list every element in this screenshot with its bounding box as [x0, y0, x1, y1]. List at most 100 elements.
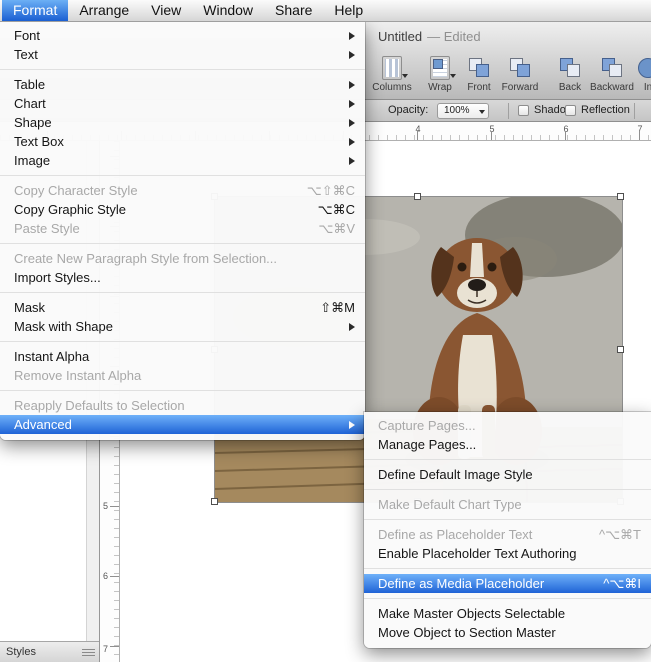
menu-item-instant-alpha[interactable]: Instant Alpha: [0, 347, 365, 366]
dropdown-arrow-icon: [479, 110, 485, 114]
menu-item-shortcut: ^⌥⌘T: [598, 526, 641, 542]
menu-item-label: Enable Placeholder Text Authoring: [378, 546, 577, 561]
menu-item-label: Table: [14, 77, 46, 92]
menu-item-label: Text Box: [14, 134, 64, 149]
toolbar-button-inspector[interactable]: In: [631, 56, 651, 98]
bring-forward-icon: [504, 56, 536, 80]
menu-item-import-styles[interactable]: Import Styles...: [0, 268, 365, 287]
submenu-item-manage-pages[interactable]: Manage Pages...: [364, 435, 651, 454]
selection-handle[interactable]: [414, 193, 421, 200]
reflection-checkbox[interactable]: [565, 105, 576, 116]
submenu-item-make-default-chart-type: Make Default Chart Type: [364, 495, 651, 514]
selection-handle[interactable]: [211, 498, 218, 505]
submenu-arrow-icon: [349, 31, 355, 40]
menubar-item-window[interactable]: Window: [192, 0, 264, 21]
menu-item-label: Reapply Defaults to Selection: [14, 398, 185, 413]
submenu-item-define-default-image-style[interactable]: Define Default Image Style: [364, 465, 651, 484]
submenu-item-move-object-to-section-master[interactable]: Move Object to Section Master: [364, 623, 651, 642]
menu-item-label: Create New Paragraph Style from Selectio…: [14, 251, 278, 266]
menu-item-label: Mask with Shape: [14, 319, 113, 334]
toolbar-button-front[interactable]: Front: [460, 56, 498, 98]
toolbar-button-wrap[interactable]: Wrap: [420, 56, 460, 98]
submenu-item-make-master-objects-selectable[interactable]: Make Master Objects Selectable: [364, 604, 651, 623]
opacity-dropdown[interactable]: 100%: [437, 103, 489, 119]
menu-item-shortcut: ⌥⇧⌘C: [306, 182, 355, 198]
menu-item-copy-graphic-style[interactable]: Copy Graphic Style ⌥⌘C: [0, 200, 365, 219]
menu-item-label: Copy Graphic Style: [14, 202, 126, 217]
menu-item-image[interactable]: Image: [0, 151, 365, 170]
toolbar-label: Forward: [501, 82, 539, 93]
menubar-item-view[interactable]: View: [140, 0, 192, 21]
menu-separator: [364, 519, 651, 520]
opacity-value: 100%: [444, 105, 470, 116]
toolbar-button-backward[interactable]: Backward: [589, 56, 635, 98]
styles-bar[interactable]: Styles: [0, 641, 99, 662]
submenu-item-define-as-placeholder-text: Define as Placeholder Text ^⌥⌘T: [364, 525, 651, 544]
ruler-number: 7: [103, 644, 109, 654]
wrap-icon: [424, 56, 456, 80]
columns-icon: [376, 56, 408, 80]
advanced-submenu: Capture Pages... Manage Pages... Define …: [364, 412, 651, 648]
submenu-arrow-icon: [349, 137, 355, 146]
menu-item-mask[interactable]: Mask ⇧⌘M: [0, 298, 365, 317]
menu-item-remove-instant-alpha: Remove Instant Alpha: [0, 366, 365, 385]
menu-separator: [364, 489, 651, 490]
toolbar-label: Front: [467, 82, 491, 93]
submenu-arrow-icon: [349, 156, 355, 165]
menu-item-mask-with-shape[interactable]: Mask with Shape: [0, 317, 365, 336]
ruler-number: 5: [103, 501, 109, 511]
menu-item-chart[interactable]: Chart: [0, 94, 365, 113]
menu-item-label: Font: [14, 28, 41, 43]
window-title: Untitled — Edited: [378, 22, 481, 52]
submenu-arrow-icon: [349, 50, 355, 59]
menu-item-text-box[interactable]: Text Box: [0, 132, 365, 151]
formatbar-divider: [634, 103, 635, 119]
menu-separator: [0, 243, 365, 244]
menu-item-create-new-paragraph-style: Create New Paragraph Style from Selectio…: [0, 249, 365, 268]
menu-item-label: Paste Style: [14, 221, 80, 236]
shadow-checkbox[interactable]: [518, 105, 529, 116]
menu-separator: [0, 175, 365, 176]
menu-bar: Format Arrange View Window Share Help: [0, 0, 651, 22]
menubar-item-share[interactable]: Share: [264, 0, 323, 21]
menu-separator: [0, 390, 365, 391]
menu-item-text[interactable]: Text: [0, 45, 365, 64]
resize-grip-icon[interactable]: [82, 649, 95, 656]
ruler-number: 6: [563, 124, 569, 134]
selection-handle[interactable]: [617, 193, 624, 200]
menu-item-paste-style: Paste Style ⌥⌘V: [0, 219, 365, 238]
menu-item-label: Define Default Image Style: [378, 467, 533, 482]
menu-separator: [364, 568, 651, 569]
menu-item-table[interactable]: Table: [0, 75, 365, 94]
menu-item-label: Capture Pages...: [378, 418, 476, 433]
menu-item-label: Define as Media Placeholder: [378, 576, 545, 591]
menubar-item-arrange[interactable]: Arrange: [68, 0, 140, 21]
formatbar-divider: [508, 103, 509, 119]
submenu-arrow-icon: [349, 118, 355, 127]
submenu-item-define-as-media-placeholder[interactable]: Define as Media Placeholder ^⌥⌘I: [364, 574, 651, 593]
menu-item-shortcut: ⇧⌘M: [320, 299, 355, 315]
menu-item-advanced[interactable]: Advanced: [0, 415, 365, 434]
selection-handle[interactable]: [617, 346, 624, 353]
inspector-icon: [632, 56, 651, 80]
toolbar-button-back[interactable]: Back: [550, 56, 590, 98]
styles-label: Styles: [6, 646, 36, 658]
menu-item-label: Advanced: [14, 417, 72, 432]
menu-item-label: Define as Placeholder Text: [378, 527, 533, 542]
menu-item-label: Text: [14, 47, 38, 62]
ruler-number: 4: [415, 124, 421, 134]
document-edited-state: — Edited: [427, 29, 481, 44]
toolbar-button-forward[interactable]: Forward: [497, 56, 543, 98]
menubar-item-format[interactable]: Format: [2, 0, 69, 21]
menu-item-shape[interactable]: Shape: [0, 113, 365, 132]
ruler-number: 6: [103, 571, 109, 581]
submenu-item-enable-placeholder-text-authoring[interactable]: Enable Placeholder Text Authoring: [364, 544, 651, 563]
menu-item-shortcut: ⌥⌘C: [317, 201, 355, 217]
submenu-arrow-icon: [349, 420, 355, 429]
toolbar-button-columns[interactable]: Columns: [366, 56, 418, 98]
menu-separator: [364, 459, 651, 460]
menu-item-label: Import Styles...: [14, 270, 101, 285]
format-menu: Font Text Table Chart Shape Text Box Ima…: [0, 22, 365, 440]
menubar-item-help[interactable]: Help: [323, 0, 374, 21]
menu-item-font[interactable]: Font: [0, 26, 365, 45]
